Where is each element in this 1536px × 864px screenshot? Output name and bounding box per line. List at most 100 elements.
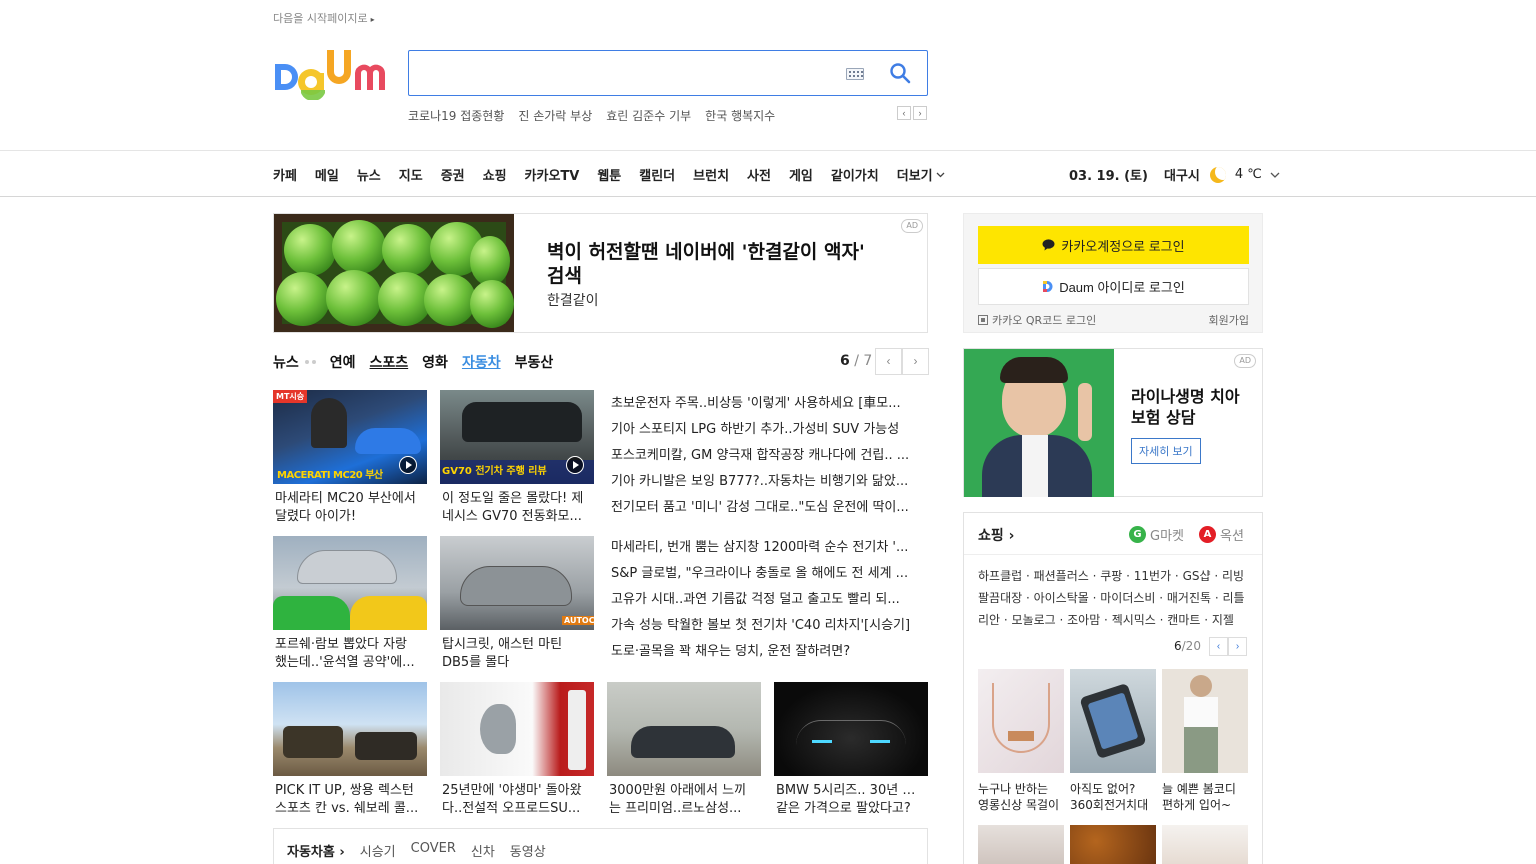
tab-news[interactable]: 뉴스 [273,352,299,372]
trend-keyword[interactable]: 효린 김준수 기부 [606,107,691,124]
category-link[interactable]: 시승기 [360,841,396,860]
side-ad-title[interactable]: 라이나생명 치아보험 상담 [1131,386,1251,428]
headline-item[interactable]: 고유가 시대..과연 기름값 걱정 덜고 출고도 빨리 되... [611,587,927,613]
news-card-line: 이 정도일 줄은 몰랐다! 제 [442,491,584,506]
shop-next-button[interactable]: › [1228,637,1247,656]
headline-item[interactable]: S&P 글로벌, "우크라이나 충돌로 올 해에도 전 세계 ... [611,561,927,587]
search-input[interactable] [419,59,829,87]
news-card-title[interactable]: 3000만원 아래에서 느끼 는 프리미엄..르노삼성... [607,782,761,818]
shopping-title-link[interactable]: 쇼핑 › [978,525,1014,545]
headline-item[interactable]: 마세라티, 번개 뿜는 삼지창 1200마력 순수 전기차 '... [611,535,927,561]
product-thumbnail[interactable] [1070,669,1156,773]
news-thumbnail[interactable]: MT시승 MACERATI MC20 부산 [273,390,427,484]
product-thumbnail[interactable] [1162,669,1248,773]
product-title[interactable]: 아직도 없어? 360회전거치대 [1070,781,1158,813]
gmarket-link[interactable]: G G마켓 [1129,525,1184,544]
side-ad-detail-button[interactable]: 자세히 보기 [1131,438,1201,464]
news-thumbnail[interactable] [774,682,928,776]
category-link[interactable]: COVER [411,841,456,860]
nav-more-button[interactable]: 더보기 [897,165,945,184]
headline-item[interactable]: 초보운전자 주목..비상등 '이렇게' 사용하세요 [車모... [611,391,927,417]
caret-right-icon: ▸ [370,15,375,24]
kakao-login-button[interactable]: 카카오계정으로 로그인 [978,226,1249,264]
tab-sports[interactable]: 스포츠 [370,352,409,372]
news-card-line: 스포츠 칸 vs. 쉐보레 콜... [275,801,419,816]
headline-item[interactable]: 기아 카니발은 보잉 B777?..자동차는 비행기와 닮았... [611,469,927,495]
daum-login-button[interactable]: Daum 아이디로 로그인 [978,268,1249,305]
news-card-title[interactable]: 25년만에 '야생마' 돌아왔 다..전설적 오프로드SU... [440,782,594,818]
headline-item[interactable]: 가속 성능 탁월한 볼보 첫 전기차 'C40 리차지'[시승기] [611,613,927,639]
trend-keyword[interactable]: 한국 행복지수 [705,107,775,124]
start-page-label[interactable]: 다음을 시작페이지로 [273,12,368,25]
ad-banner[interactable]: 벽이 허전할땐 네이버에 '한결같이 액자' 검색 한결같이 AD [273,213,928,333]
shop-prev-button[interactable]: ‹ [1209,637,1228,656]
nav-item-news[interactable]: 뉴스 [357,165,381,184]
nav-item-kakaotv[interactable]: 카카오TV [525,165,580,184]
keyboard-icon[interactable] [846,68,864,80]
car-home-link[interactable]: 자동차홈 › [287,841,345,860]
headline-item[interactable]: 포스코케미칼, GM 양극재 합작공장 캐나다에 건립.. ... [611,443,927,469]
shopping-mall-links[interactable]: 하프클럽 · 패션플러스 · 쿠팡 · 11번가 · GS샵 · 리빙팔끔대장 … [978,565,1250,631]
news-card-line: 탑시크릿, 애스턴 마틴 [442,637,563,652]
news-thumbnail[interactable] [440,682,594,776]
news-card-line: 는 프리미엄..르노삼성... [609,801,742,816]
tab-entertainment[interactable]: 연예 [330,352,356,372]
news-card-title[interactable]: 이 정도일 줄은 몰랐다! 제 네시스 GV70 전동화모... [440,490,594,526]
tab-car[interactable]: 자동차 [462,352,501,372]
category-link[interactable]: 동영상 [510,841,546,860]
tab-realestate[interactable]: 부동산 [515,352,554,372]
news-next-button[interactable]: › [902,348,929,375]
headline-item[interactable]: 도로·골목을 꽉 채우는 덩치, 운전 잘하려면? [611,639,927,665]
product-thumbnail[interactable] [1162,825,1248,864]
nav-item-stock[interactable]: 증권 [441,165,465,184]
auction-link[interactable]: A 옥션 [1199,525,1244,544]
headline-item[interactable]: 전기모터 품고 '미니' 감성 그대로.."도심 운전에 딱이... [611,495,927,521]
product-thumbnail[interactable] [978,825,1064,864]
news-thumbnail[interactable] [607,682,761,776]
ad-title[interactable]: 벽이 허전할땐 네이버에 '한결같이 액자' 검색 [547,240,887,288]
nav-item-map[interactable]: 지도 [399,165,423,184]
nav-item-webtoon[interactable]: 웹툰 [597,165,621,184]
category-link[interactable]: 신차 [471,841,495,860]
news-card-title[interactable]: PICK IT UP, 쌍용 렉스턴 스포츠 칸 vs. 쉐보레 콜... [273,782,427,818]
nav-item-dictionary[interactable]: 사전 [747,165,771,184]
search-icon [890,62,911,83]
news-thumbnail[interactable] [273,536,427,630]
nav-item-mail[interactable]: 메일 [315,165,339,184]
daum-logo[interactable] [273,48,391,100]
nav-item-calendar[interactable]: 캘린더 [639,165,675,184]
headline-item[interactable]: 기아 스포티지 LPG 하반기 추가..가성비 SUV 가능성 [611,417,927,443]
news-card-title[interactable]: 포르쉐·람보 뽑았다 자랑 했는데..'윤석열 공약'에... [273,636,427,672]
product-title[interactable]: 늘 예쁜 봄코디 편하게 입어~ [1162,781,1250,813]
trend-next-button[interactable]: › [913,106,927,120]
ad-badge: AD [901,219,923,233]
trend-keyword[interactable]: 코로나19 접종현황 [408,107,504,124]
tab-movie[interactable]: 영화 [422,352,448,372]
search-button[interactable] [885,59,915,89]
nav-item-shopping[interactable]: 쇼핑 [483,165,507,184]
chevron-right-icon: › [1235,641,1240,652]
news-card-title[interactable]: 탑시크릿, 애스턴 마틴 DB5를 몰다 [440,636,594,672]
news-thumbnail[interactable]: AUTOCAR [440,536,594,630]
news-card-line: BMW 5시리즈.. 30년 동안 [776,783,926,798]
start-page-link[interactable]: 다음을 시작페이지로 ▸ [273,10,375,26]
product-title[interactable]: 누구나 반하는 영롱신상 목걸이 [978,781,1066,813]
nav-item-brunch[interactable]: 브런치 [693,165,729,184]
news-card-line: 네시스 GV70 전동화모... [442,509,582,524]
news-card-title[interactable]: BMW 5시리즈.. 30년 동안 같은 가격으로 팔았다고? [774,782,928,818]
news-thumbnail[interactable]: GV70 전기차 주행 리뷰 [440,390,594,484]
product-thumbnail[interactable] [978,669,1064,773]
news-thumbnail[interactable] [273,682,427,776]
side-ad[interactable]: 라이나생명 치아보험 상담 자세히 보기 AD [963,348,1263,497]
nav-item-together[interactable]: 같이가치 [831,165,879,184]
trend-prev-button[interactable]: ‹ [897,106,911,120]
signup-link[interactable]: 회원가입 [1209,312,1249,328]
weather-widget[interactable]: 03. 19. (토) 대구시 4 ℃ [1069,165,1280,184]
news-prev-button[interactable]: ‹ [875,348,902,375]
trend-keyword[interactable]: 진 손가락 부상 [518,107,592,124]
product-thumbnail[interactable] [1070,825,1156,864]
news-card-title[interactable]: 마세라티 MC20 부산에서 달렸다 아이가! [273,490,427,526]
nav-item-cafe[interactable]: 카페 [273,165,297,184]
nav-item-game[interactable]: 게임 [789,165,813,184]
qr-login-link[interactable]: 카카오 QR코드 로그인 [978,312,1096,328]
